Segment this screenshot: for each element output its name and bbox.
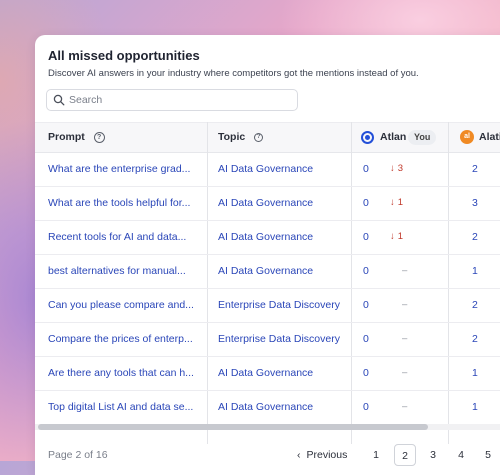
pagination-bar: Page 2 of 16 ‹ Previous 1 2 3 4 5 — [35, 440, 500, 470]
topic-link[interactable]: Enterprise Data Discovery — [218, 288, 358, 322]
alation-mention-count[interactable]: 2 — [472, 288, 492, 322]
alation-mention-count[interactable]: 1 — [472, 254, 492, 288]
alation-mention-count[interactable]: 2 — [472, 322, 492, 356]
page-button-4[interactable]: 4 — [450, 444, 472, 466]
atlan-mention-count[interactable]: 0 — [363, 322, 375, 356]
prompt-link[interactable]: best alternatives for manual... — [48, 254, 198, 288]
atlan-mention-count[interactable]: 0 — [363, 254, 375, 288]
topic-link[interactable]: AI Data Governance — [218, 220, 358, 254]
topic-link[interactable]: AI Data Governance — [218, 254, 358, 288]
column-header-prompt[interactable]: Prompt ? — [48, 123, 105, 152]
search-box[interactable] — [46, 89, 298, 111]
arrow-down-icon: ↓ — [390, 163, 395, 174]
atlan-mention-count[interactable]: 0 — [363, 220, 375, 254]
page-button-3[interactable]: 3 — [422, 444, 444, 466]
table-row[interactable]: Are there any tools that can h... AI Data… — [35, 356, 500, 391]
topic-link[interactable]: AI Data Governance — [218, 356, 358, 390]
atlan-mention-count[interactable]: 0 — [363, 390, 375, 424]
table-header: Prompt ? Topic ? Atlan You al Alati — [35, 122, 500, 153]
alation-mention-count[interactable]: 1 — [472, 390, 492, 424]
column-header-topic[interactable]: Topic ? — [218, 123, 264, 152]
prompt-link[interactable]: Compare the prices of enterp... — [48, 322, 198, 356]
page-button-1[interactable]: 1 — [365, 444, 387, 466]
search-icon — [53, 94, 65, 106]
arrow-down-icon: ↓ — [390, 197, 395, 208]
prompt-link[interactable]: Recent tools for AI and data... — [48, 220, 198, 254]
mention-delta: – — [402, 401, 408, 412]
page-button-2[interactable]: 2 — [394, 444, 416, 466]
atlan-mention-count[interactable]: 0 — [363, 152, 375, 186]
mention-delta: – — [402, 265, 408, 276]
mention-delta: ↓ 1 — [390, 220, 420, 254]
info-icon[interactable]: ? — [254, 132, 264, 142]
mention-delta: – — [402, 333, 408, 344]
topic-link[interactable]: Enterprise Data Discovery — [218, 322, 358, 356]
prompt-link[interactable]: Can you please compare and... — [48, 288, 198, 322]
alation-mention-count[interactable]: 2 — [472, 152, 492, 186]
previous-page-button[interactable]: ‹ Previous — [297, 449, 347, 461]
atlan-logo-icon — [361, 131, 374, 144]
column-header-atlan[interactable]: Atlan — [380, 123, 406, 152]
column-header-prompt-label: Prompt — [48, 131, 85, 143]
atlan-mention-count[interactable]: 0 — [363, 186, 375, 220]
arrow-down-icon: ↓ — [390, 231, 395, 242]
table-row[interactable]: Recent tools for AI and data... AI Data G… — [35, 220, 500, 255]
mention-delta: ↓ 1 — [390, 186, 420, 220]
prompt-link[interactable]: Top digital List AI and data se... — [48, 390, 198, 424]
mention-delta-value: 3 — [397, 163, 404, 174]
card-title: All missed opportunities — [48, 48, 200, 63]
prompt-link[interactable]: Are there any tools that can h... — [48, 356, 198, 390]
mention-delta: – — [402, 299, 408, 310]
table-row[interactable]: Top digital List AI and data se... AI Dat… — [35, 390, 500, 425]
table-row[interactable]: Can you please compare and... Enterprise … — [35, 288, 500, 323]
atlan-mention-count[interactable]: 0 — [363, 356, 375, 390]
prompt-link[interactable]: What are the tools helpful for... — [48, 186, 198, 220]
table-row[interactable]: Compare the prices of enterp... Enterpris… — [35, 322, 500, 357]
mention-delta-value: 1 — [397, 197, 404, 208]
table-row[interactable]: What are the enterprise grad... AI Data G… — [35, 152, 500, 187]
alation-mention-count[interactable]: 2 — [472, 220, 492, 254]
mention-delta: – — [402, 367, 408, 378]
atlan-mention-count[interactable]: 0 — [363, 288, 375, 322]
horizontal-scrollbar-thumb[interactable] — [38, 424, 428, 430]
alation-mention-count[interactable]: 3 — [472, 186, 492, 220]
prompt-link[interactable]: What are the enterprise grad... — [48, 152, 198, 186]
you-badge: You — [408, 130, 437, 145]
column-header-alation[interactable]: Alati — [479, 123, 500, 152]
page-info: Page 2 of 16 — [48, 449, 108, 461]
table-row[interactable]: best alternatives for manual... AI Data G… — [35, 254, 500, 289]
table-row[interactable]: What are the tools helpful for... AI Data… — [35, 186, 500, 221]
card-subtitle: Discover AI answers in your industry whe… — [48, 68, 419, 79]
mention-delta: ↓ 3 — [390, 152, 420, 186]
chevron-left-icon: ‹ — [297, 449, 301, 461]
previous-label: Previous — [306, 449, 348, 461]
alation-mention-count[interactable]: 1 — [472, 356, 492, 390]
info-icon[interactable]: ? — [93, 131, 105, 143]
topic-link[interactable]: AI Data Governance — [218, 186, 358, 220]
page-button-5[interactable]: 5 — [477, 444, 499, 466]
topic-link[interactable]: AI Data Governance — [218, 390, 358, 424]
alation-logo-icon: al — [460, 130, 474, 144]
column-header-topic-label: Topic — [218, 131, 246, 143]
missed-opportunities-card: All missed opportunities Discover AI ans… — [35, 35, 500, 475]
search-input[interactable] — [69, 91, 289, 108]
topic-link[interactable]: AI Data Governance — [218, 152, 358, 186]
mention-delta-value: 1 — [397, 231, 404, 242]
